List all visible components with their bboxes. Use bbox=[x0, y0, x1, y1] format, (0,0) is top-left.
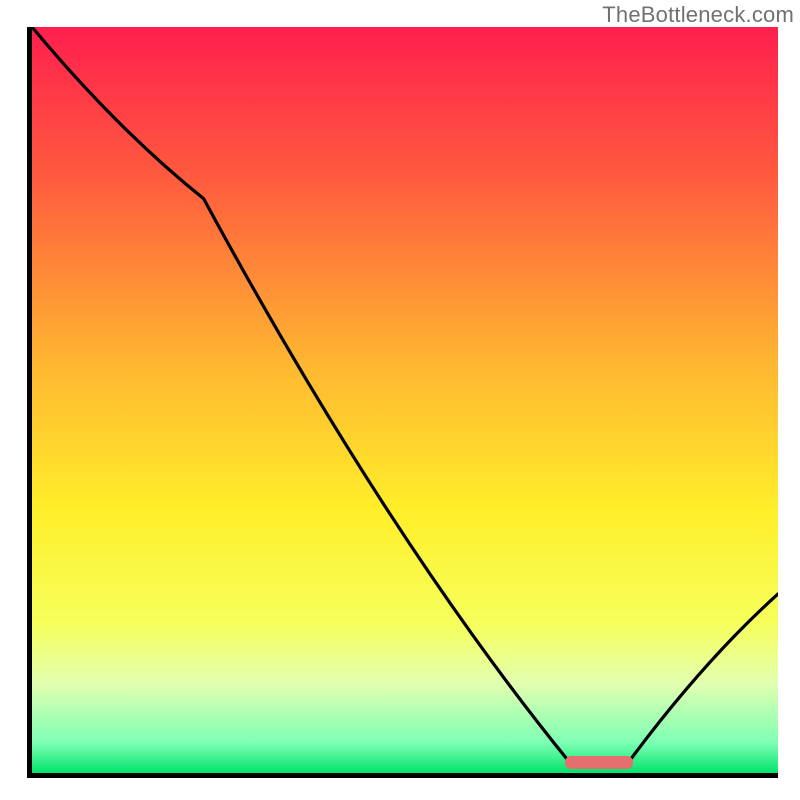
chart-frame: TheBottleneck.com bbox=[0, 0, 800, 800]
attribution-label: TheBottleneck.com bbox=[602, 2, 794, 28]
gradient-background bbox=[32, 27, 778, 773]
plot-svg bbox=[32, 27, 778, 773]
plot-area bbox=[27, 27, 778, 778]
optimal-range-marker bbox=[565, 756, 633, 769]
